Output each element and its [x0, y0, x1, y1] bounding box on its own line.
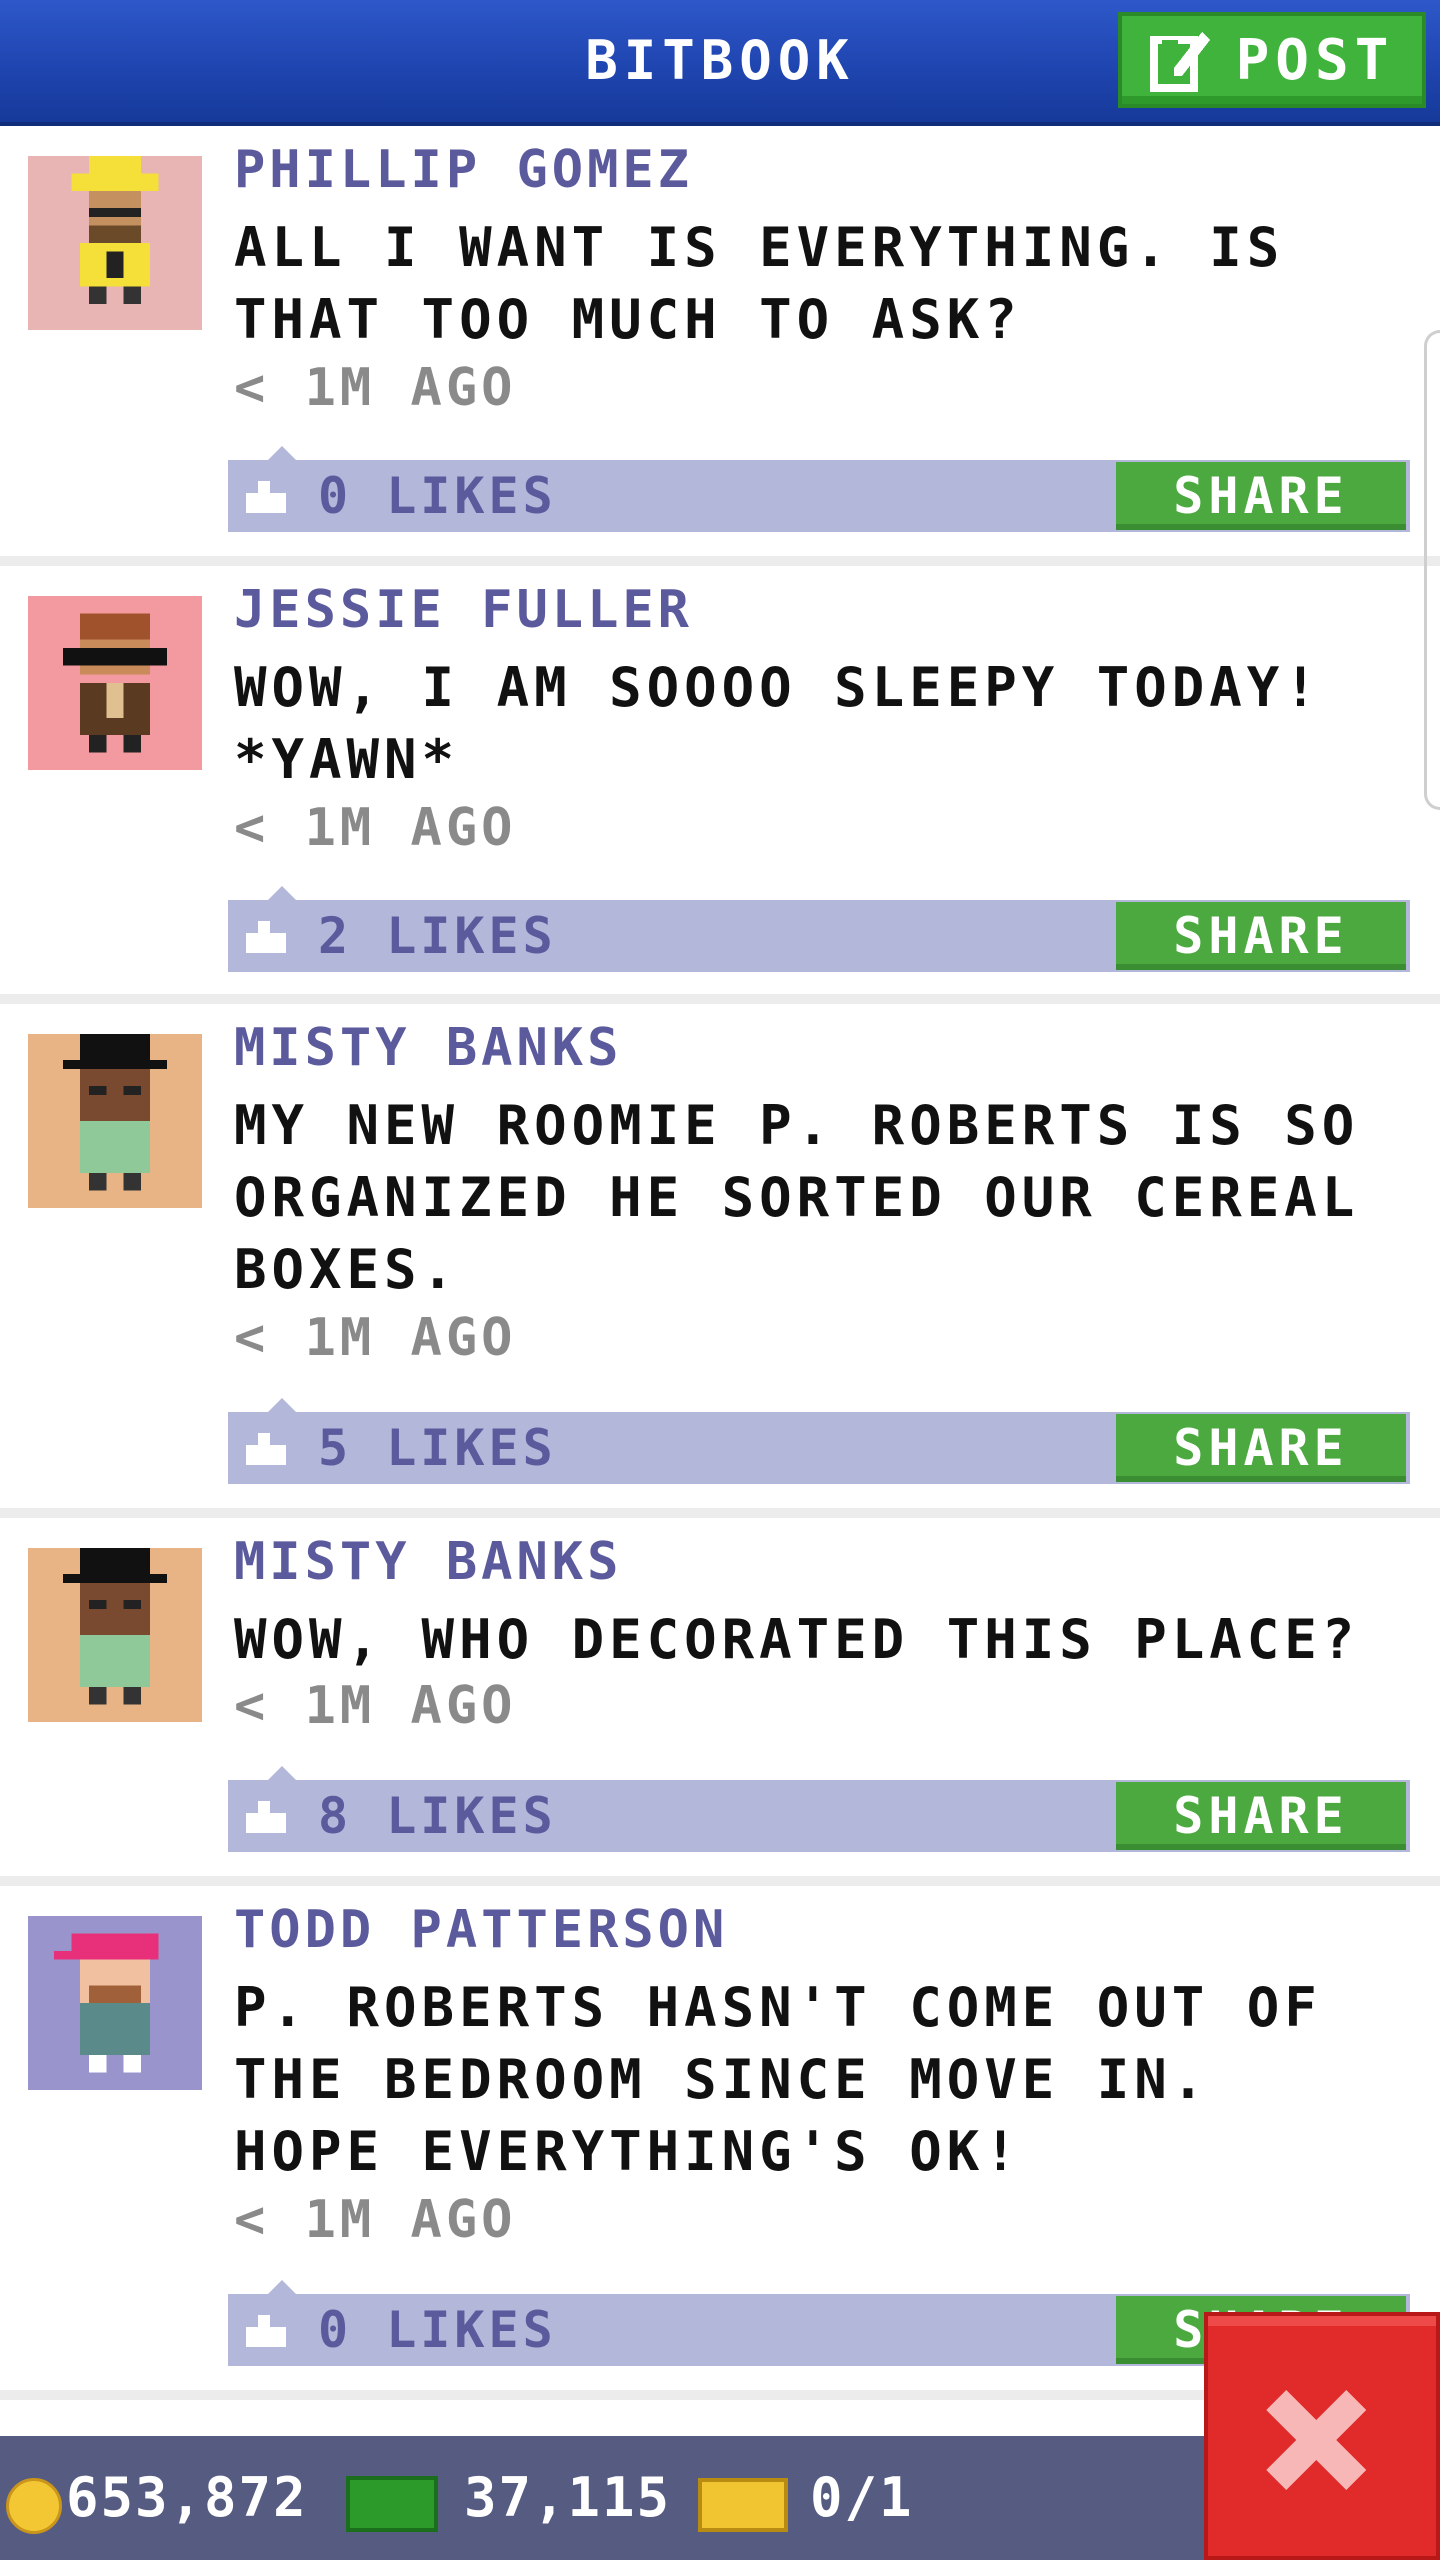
feed-post: JESSIE FULLER WOW, I AM SOOOO SLEEPY TOD…: [0, 566, 1440, 994]
coins-count: 653,872: [66, 2466, 308, 2529]
likes-count: 8 LIKES: [318, 1787, 557, 1845]
post-author[interactable]: MISTY BANKS: [234, 1018, 622, 1078]
post-message: P. ROBERTS HASN'T COME OUT OF THE BEDROO…: [234, 1976, 1322, 2183]
post-time: < 1M AGO: [234, 2190, 517, 2250]
edit-icon: [1149, 32, 1210, 92]
avatar[interactable]: [28, 1916, 202, 2090]
close-icon: [1266, 2390, 1366, 2490]
thumbs-up-icon[interactable]: [246, 480, 286, 514]
post-message: WOW, I AM SOOOO SLEEPY TODAY! *YAWN*: [234, 656, 1322, 791]
thumbs-up-icon[interactable]: [246, 920, 286, 954]
close-button[interactable]: [1204, 2312, 1440, 2560]
post-author[interactable]: JESSIE FULLER: [234, 580, 693, 640]
ticket-icon: [698, 2478, 788, 2532]
avatar[interactable]: [28, 156, 202, 330]
divider: [0, 1876, 1440, 1886]
likes-count: 2 LIKES: [318, 907, 557, 965]
thumbs-up-icon[interactable]: [246, 2314, 286, 2348]
likes-count: 0 LIKES: [318, 467, 557, 525]
likes-bar: 8 LIKES SHARE: [228, 1766, 1410, 1852]
post-time: < 1M AGO: [234, 358, 517, 418]
likes-bar: 5 LIKES SHARE: [228, 1398, 1410, 1484]
share-button[interactable]: SHARE: [1116, 902, 1406, 970]
share-button[interactable]: SHARE: [1116, 1414, 1406, 1482]
post-time: < 1M AGO: [234, 1308, 517, 1368]
post-button[interactable]: POST: [1118, 12, 1426, 108]
likes-bar: 0 LIKES SHARE: [228, 446, 1410, 532]
feed-post: MISTY BANKS WOW, WHO DECORATED THIS PLAC…: [0, 1518, 1440, 1876]
feed-post: MISTY BANKS MY NEW ROOMIE P. ROBERTS IS …: [0, 1004, 1440, 1508]
cash-icon: [346, 2476, 438, 2532]
likes-count: 0 LIKES: [318, 2301, 557, 2359]
post-author[interactable]: PHILLIP GOMEZ: [234, 140, 693, 200]
post-message: WOW, WHO DECORATED THIS PLACE?: [234, 1608, 1360, 1671]
thumbs-up-icon[interactable]: [246, 1432, 286, 1466]
likes-bar: 2 LIKES SHARE: [228, 886, 1410, 972]
coin-icon: [6, 2478, 62, 2534]
share-button[interactable]: SHARE: [1116, 462, 1406, 530]
divider: [0, 556, 1440, 566]
divider: [0, 1508, 1440, 1518]
post-time: < 1M AGO: [234, 798, 517, 858]
avatar[interactable]: [28, 596, 202, 770]
top-bar: BITBOOK POST: [0, 0, 1440, 126]
tickets-count: 0/1: [810, 2466, 914, 2529]
post-author[interactable]: TODD PATTERSON: [234, 1900, 728, 1960]
share-button[interactable]: SHARE: [1116, 1782, 1406, 1850]
post-author[interactable]: MISTY BANKS: [234, 1532, 622, 1592]
bux-count: 37,115: [464, 2466, 672, 2529]
post-message: ALL I WANT IS EVERYTHING. IS THAT TOO MU…: [234, 216, 1285, 351]
likes-count: 5 LIKES: [318, 1419, 557, 1477]
post-message: MY NEW ROOMIE P. ROBERTS IS SO ORGANIZED…: [234, 1094, 1360, 1301]
avatar[interactable]: [28, 1034, 202, 1208]
post-button-label: POST: [1235, 27, 1395, 93]
avatar[interactable]: [28, 1548, 202, 1722]
post-time: < 1M AGO: [234, 1676, 517, 1736]
scroll-indicator[interactable]: [1424, 330, 1440, 810]
divider: [0, 994, 1440, 1004]
feed-post: PHILLIP GOMEZ ALL I WANT IS EVERYTHING. …: [0, 126, 1440, 556]
thumbs-up-icon[interactable]: [246, 1800, 286, 1834]
